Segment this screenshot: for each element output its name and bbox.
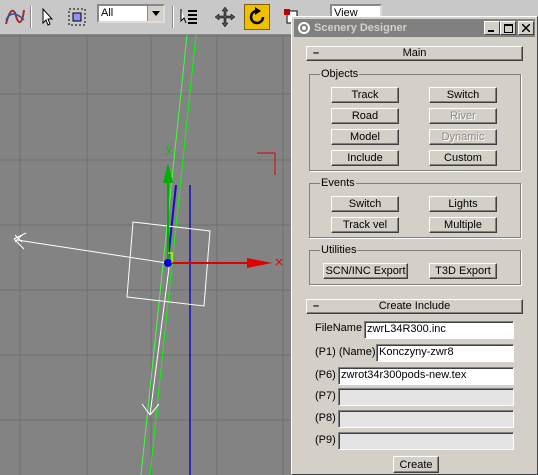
- viewport-scene: y: [0, 35, 291, 475]
- perspective-viewport[interactable]: y: [0, 35, 291, 475]
- objects-include-button[interactable]: Include: [331, 150, 399, 166]
- collapse-icon: –: [313, 47, 320, 59]
- select-by-name-icon[interactable]: [176, 4, 202, 30]
- scn-inc-export-button[interactable]: SCN/INC Export: [323, 263, 408, 279]
- main-rollout-title: Main: [402, 47, 427, 59]
- p8-label: (P8): [315, 412, 336, 424]
- objects-model-button[interactable]: Model: [331, 129, 399, 145]
- objects-track-button[interactable]: Track: [331, 87, 399, 103]
- selection-filter-dropdown[interactable]: All: [97, 4, 165, 23]
- objects-group-label: Objects: [320, 67, 360, 81]
- gizmo-y-label: y: [166, 143, 172, 155]
- collapse-icon: –: [313, 300, 320, 312]
- selected-object: [13, 221, 211, 416]
- p8-input[interactable]: [338, 410, 514, 428]
- events-group-label: Events: [320, 176, 356, 190]
- world-axis-tripod: [257, 152, 276, 175]
- utilities-group-label: Utilities: [320, 243, 358, 257]
- events-switch-button[interactable]: Switch: [331, 196, 399, 212]
- gear-icon: [297, 21, 311, 35]
- p1-name-label: (P1) (Name): [315, 346, 376, 358]
- events-track-vel-button[interactable]: Track vel: [331, 217, 399, 233]
- panel-title: Scenery Designer: [314, 22, 407, 34]
- filename-label: FileName: [315, 322, 363, 334]
- p7-label: (P7): [315, 390, 336, 402]
- events-lights-button[interactable]: Lights: [429, 196, 497, 212]
- minimize-button[interactable]: [484, 21, 500, 35]
- p1-name-input[interactable]: Konczyny-zwr8: [376, 344, 514, 362]
- maximize-button[interactable]: [500, 21, 516, 35]
- p6-label: (P6): [315, 369, 336, 381]
- objects-road-button[interactable]: Road: [331, 108, 399, 124]
- p9-label: (P9): [315, 434, 336, 446]
- select-arrow-icon[interactable]: [34, 4, 60, 30]
- t3d-export-button[interactable]: T3D Export: [429, 263, 497, 279]
- create-include-rollout-title: Create Include: [378, 300, 451, 312]
- p6-input[interactable]: zwrot34r300pods-new.tex: [338, 367, 514, 385]
- curve-editor-icon[interactable]: [2, 4, 28, 30]
- panel-titlebar[interactable]: Scenery Designer: [294, 19, 535, 37]
- objects-river-button: River: [429, 108, 497, 124]
- region-select-icon[interactable]: [64, 4, 90, 30]
- filename-input[interactable]: zwrL34R300.inc: [364, 321, 514, 339]
- main-rollout-header[interactable]: – Main: [306, 46, 523, 61]
- p9-input[interactable]: [338, 432, 514, 450]
- p7-input[interactable]: [338, 388, 514, 406]
- move-icon[interactable]: [212, 4, 238, 30]
- scenery-designer-panel: Scenery Designer – Main Objects Track Sw…: [291, 16, 538, 475]
- close-button[interactable]: [518, 21, 534, 35]
- rotate-icon[interactable]: [244, 4, 270, 30]
- objects-custom-button[interactable]: Custom: [429, 150, 497, 166]
- create-button[interactable]: Create: [393, 456, 439, 473]
- objects-dynamic-button: Dynamic: [429, 129, 497, 145]
- create-include-rollout-header[interactable]: – Create Include: [306, 299, 523, 314]
- chevron-down-icon: [147, 6, 163, 21]
- events-multiple-button[interactable]: Multiple: [429, 217, 497, 233]
- selection-filter-value: All: [101, 7, 114, 19]
- objects-switch-button[interactable]: Switch: [429, 87, 497, 103]
